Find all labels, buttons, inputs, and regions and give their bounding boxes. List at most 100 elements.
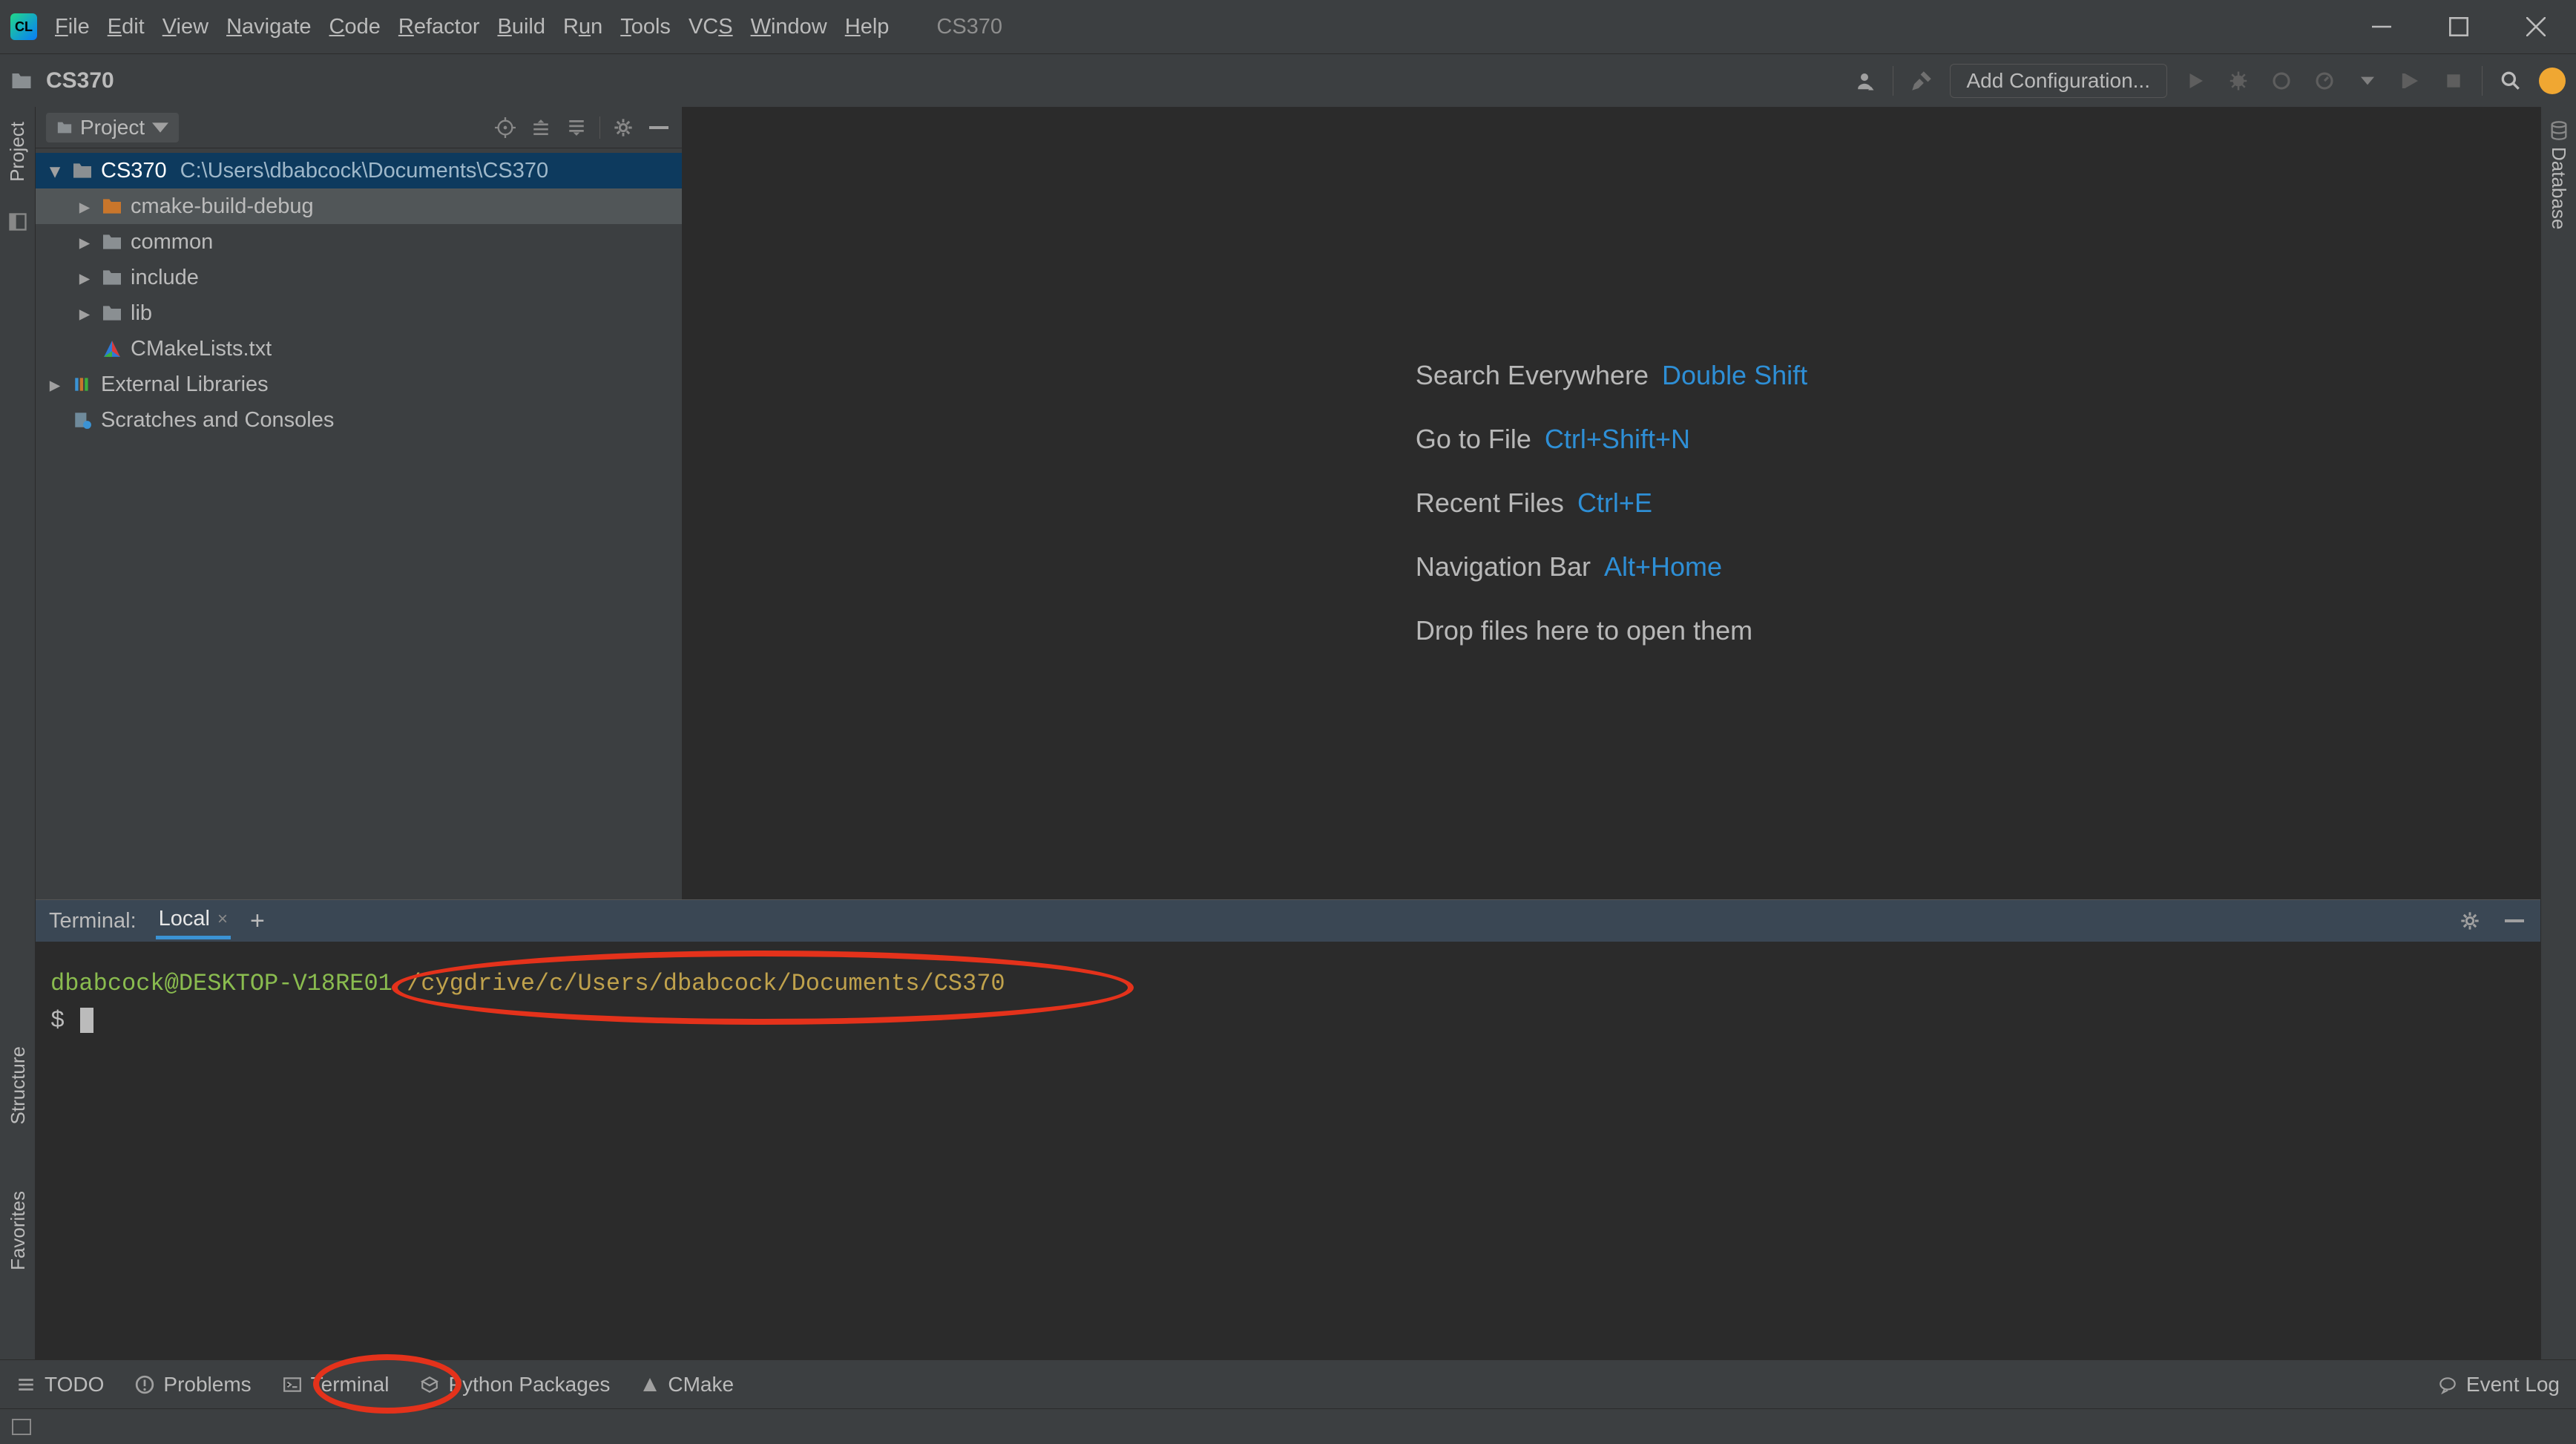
settings-gear-icon[interactable] (611, 115, 636, 140)
build-hammer-icon[interactable] (1907, 66, 1936, 96)
tip-label: Recent Files (1416, 488, 1564, 519)
menu-edit[interactable]: Edit (108, 15, 145, 39)
menu-tools[interactable]: Tools (620, 15, 671, 39)
profile-icon[interactable] (2310, 66, 2339, 96)
chevron-right-icon[interactable]: ▸ (46, 372, 64, 398)
search-icon[interactable] (2496, 66, 2526, 96)
folder-icon (101, 197, 123, 216)
bottom-tab-todo[interactable]: TODO (16, 1373, 104, 1397)
tree-item-label: lib (131, 301, 152, 326)
terminal-tool-window: Terminal: Local × + dbabcock@DESKTOP-V18… (36, 899, 2540, 1359)
tree-item-label: include (131, 266, 199, 290)
project-view-selector[interactable]: Project (46, 113, 179, 142)
right-tool-strip: Database (2540, 107, 2576, 1359)
project-tool-window: Project ▾ (36, 107, 683, 899)
tree-item-label: CMakeLists.txt (131, 337, 272, 361)
hide-panel-icon[interactable] (646, 115, 671, 140)
terminal-title: Terminal: (49, 909, 137, 933)
bottom-tab-label: TODO (45, 1373, 104, 1397)
user-avatar[interactable] (2539, 68, 2566, 94)
chevron-right-icon[interactable]: ▸ (76, 194, 93, 220)
bottom-tab-cmake[interactable]: CMake (641, 1373, 734, 1397)
chevron-down-icon[interactable]: ▾ (46, 158, 64, 184)
terminal-prompt: $ (50, 1007, 65, 1034)
bottom-tab-label: Terminal (311, 1373, 390, 1397)
bottom-tab-label: Event Log (2466, 1373, 2560, 1397)
menu-run[interactable]: Run (563, 15, 602, 39)
chevron-right-icon[interactable]: ▸ (76, 265, 93, 291)
collapse-all-icon[interactable] (564, 115, 589, 140)
menu-refactor[interactable]: Refactor (398, 15, 480, 39)
tree-external-libraries[interactable]: ▸ External Libraries (36, 367, 682, 402)
tip-label: Navigation Bar (1416, 551, 1591, 582)
run-icon[interactable] (2181, 66, 2210, 96)
chevron-right-icon[interactable]: ▸ (76, 229, 93, 255)
hide-terminal-icon[interactable] (2502, 908, 2527, 933)
terminal-settings-icon[interactable] (2457, 908, 2483, 933)
locate-icon[interactable] (493, 115, 518, 140)
tree-item-label: cmake-build-debug (131, 194, 314, 219)
terminal-tab-label: Local (159, 907, 210, 931)
menu-file[interactable]: File (55, 15, 90, 39)
menu-code[interactable]: Code (329, 15, 381, 39)
breadcrumb-project[interactable]: CS370 (46, 68, 114, 93)
project-view-title: Project (80, 116, 145, 140)
coverage-icon[interactable] (2267, 66, 2296, 96)
editor-tips: Search Everywhere Double Shift Go to Fil… (1416, 360, 1807, 646)
left-tool-strip: Project Structure Favorites (0, 107, 36, 1359)
expand-all-icon[interactable] (528, 115, 553, 140)
close-icon[interactable]: × (217, 909, 228, 930)
terminal-output[interactable]: dbabcock@DESKTOP-V18RE01 /cygdrive/c/Use… (36, 942, 2540, 1359)
tip-shortcut: Alt+Home (1604, 551, 1722, 582)
title-project-name: CS370 (936, 15, 1002, 39)
folder-icon (101, 303, 123, 323)
menu-help[interactable]: Help (845, 15, 890, 39)
left-tab-project[interactable]: Project (6, 122, 29, 182)
menu-navigate[interactable]: Navigate (226, 15, 311, 39)
tree-item-lib[interactable]: ▸ lib (36, 295, 682, 331)
menu-bar: CL File Edit View Navigate Code Refactor… (0, 0, 2576, 53)
tree-root[interactable]: ▾ CS370 C:\Users\dbabcock\Documents\CS37… (36, 153, 682, 188)
tool-windows-toggle-icon[interactable] (12, 1419, 31, 1435)
left-strip-icon[interactable] (7, 211, 28, 232)
user-dropdown-icon[interactable] (1850, 66, 1879, 96)
run-dropdown-icon[interactable] (2353, 66, 2382, 96)
project-tree[interactable]: ▾ CS370 C:\Users\dbabcock\Documents\CS37… (36, 148, 682, 899)
tree-item-cmakelists[interactable]: ▸ CMakeLists.txt (36, 331, 682, 367)
menu-window[interactable]: Window (751, 15, 827, 39)
terminal-cursor (80, 1008, 93, 1033)
tree-item-cmake-build-debug[interactable]: ▸ cmake-build-debug (36, 188, 682, 224)
add-configuration-button[interactable]: Add Configuration... (1950, 64, 2168, 98)
left-tab-structure[interactable]: Structure (7, 1046, 30, 1125)
bottom-tab-python-packages[interactable]: Python Packages (420, 1373, 610, 1397)
tree-scratches[interactable]: ▸ Scratches and Consoles (36, 402, 682, 438)
terminal-tab-local[interactable]: Local × (156, 902, 231, 939)
attach-icon[interactable] (2396, 66, 2425, 96)
left-tab-favorites[interactable]: Favorites (7, 1191, 30, 1270)
window-close-button[interactable] (2506, 0, 2566, 53)
menu-vcs[interactable]: VCS (689, 15, 733, 39)
scratches-icon (71, 410, 93, 430)
bottom-tab-problems[interactable]: Problems (135, 1373, 251, 1397)
bottom-tab-event-log[interactable]: Event Log (2438, 1373, 2560, 1397)
tree-item-label: External Libraries (101, 373, 269, 397)
database-icon[interactable] (2549, 120, 2569, 141)
navigation-toolbar: CS370 Add Configuration... (0, 53, 2576, 107)
tip-shortcut: Ctrl+E (1577, 488, 1652, 519)
chevron-right-icon[interactable]: ▸ (76, 301, 93, 326)
tree-item-common[interactable]: ▸ common (36, 224, 682, 260)
menu-build[interactable]: Build (498, 15, 546, 39)
menu-view[interactable]: View (162, 15, 208, 39)
clion-logo-icon: CL (10, 13, 37, 40)
bottom-tab-terminal[interactable]: Terminal (283, 1373, 390, 1397)
tree-root-path: C:\Users\dbabcock\Documents\CS370 (180, 159, 548, 183)
editor-empty-state[interactable]: Search Everywhere Double Shift Go to Fil… (683, 107, 2540, 899)
debug-icon[interactable] (2224, 66, 2253, 96)
stop-icon[interactable] (2439, 66, 2468, 96)
folder-icon (71, 161, 93, 180)
window-minimize-button[interactable] (2352, 0, 2411, 53)
window-maximize-button[interactable] (2429, 0, 2488, 53)
right-tab-database[interactable]: Database (2547, 147, 2570, 229)
tree-item-include[interactable]: ▸ include (36, 260, 682, 295)
new-terminal-tab-button[interactable]: + (250, 907, 265, 936)
